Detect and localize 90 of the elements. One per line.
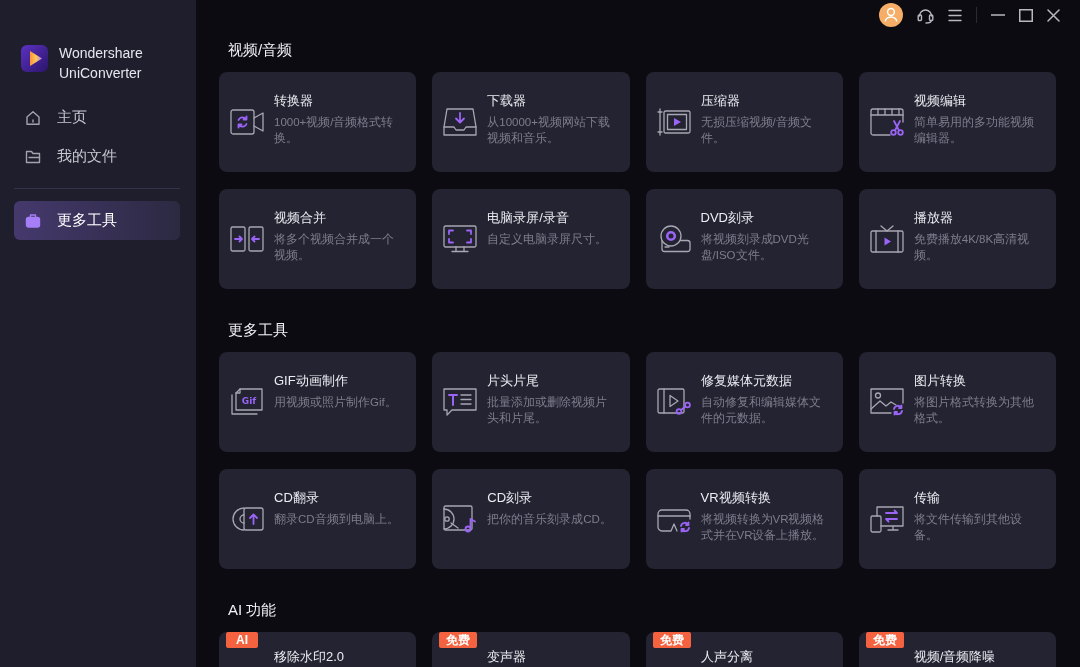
card-title: 视频合并 — [274, 209, 327, 227]
card-title: 移除水印2.0 — [274, 648, 345, 666]
tool-card[interactable]: 免费 视频/音频降噪 — [858, 632, 1056, 667]
tool-card[interactable]: CD翻录 翻录CD音频到电脑上。 — [219, 469, 417, 569]
feature-badge: 免费 — [439, 632, 478, 648]
card-title: 播放器 — [913, 209, 954, 227]
tool-card[interactable]: 修复媒体元数据 自动修复和编辑媒体文件的元数据。 — [645, 352, 843, 452]
card-title: 修复媒体元数据 — [700, 372, 793, 390]
user-avatar-icon[interactable] — [879, 3, 903, 27]
card-description: 将视频转换为VR视频格式并在VR设备上播放。 — [700, 512, 826, 543]
nav-item[interactable]: 更多工具 — [14, 201, 180, 240]
card-title: 转换器 — [274, 92, 314, 110]
card-description: 把你的音乐刻录成CD。 — [487, 512, 612, 527]
card-title: 视频/音频降噪 — [913, 648, 996, 666]
section-title: 更多工具 — [228, 320, 289, 340]
tool-card[interactable]: CD刻录 把你的音乐刻录成CD。 — [432, 469, 630, 569]
headset-icon[interactable] — [917, 6, 934, 24]
tool-card[interactable]: 播放器 免费播放4K/8K高清视频。 — [858, 189, 1056, 289]
icon-label: Gif — [241, 395, 257, 406]
video-link-icon — [656, 388, 691, 416]
card-title: 片头片尾 — [487, 372, 541, 390]
card-description: 将文件传输到其他设备。 — [913, 512, 1023, 543]
nav-item[interactable]: 主页 — [14, 98, 180, 137]
image-refresh-icon — [869, 388, 904, 416]
monitor-icon — [443, 225, 478, 253]
card-title: GIF动画制作 — [274, 372, 349, 390]
maximize-icon[interactable] — [1019, 8, 1033, 22]
card-description: 从10000+视频网站下载视频和音乐。 — [487, 115, 611, 146]
tool-card[interactable]: 转换器 1000+视频/音频格式转换。 — [219, 72, 417, 172]
tool-card[interactable]: 片头片尾 批量添加或删除视频片头和片尾。 — [432, 352, 630, 452]
card-title: 压缩器 — [700, 92, 741, 110]
disc-music-icon — [443, 505, 478, 533]
card-title: 下载器 — [487, 92, 528, 110]
tool-card[interactable]: 压缩器 无损压缩视频/音频文件。 — [645, 72, 843, 172]
tool-card[interactable]: 图片转换 将图片格式转换为其他格式。 — [858, 352, 1056, 452]
film-scissors-icon — [869, 108, 904, 136]
tool-card[interactable]: Gif GIF动画制作 用视频或照片制作Gif。 — [219, 352, 417, 452]
tool-card[interactable]: 电脑录屏/录音 自定义电脑录屏尺寸。 — [432, 189, 630, 289]
card-description: 将视频刻录成DVD光盘/ISO文件。 — [700, 232, 810, 263]
disc-upload-icon — [230, 505, 264, 533]
video-camera-icon — [230, 108, 264, 136]
section-title: AI 功能 — [228, 600, 278, 620]
tool-card[interactable]: 下载器 从10000+视频网站下载视频和音乐。 — [432, 72, 630, 172]
card-title: 视频编辑 — [913, 92, 967, 110]
card-title: 图片转换 — [913, 372, 967, 390]
feature-badge: 免费 — [652, 632, 691, 648]
card-description: 将多个视频合并成一个视频。 — [274, 232, 395, 263]
nav-item[interactable]: 我的文件 — [14, 137, 180, 176]
card-description: 1000+视频/音频格式转换。 — [274, 115, 395, 146]
card-title: VR视频转换 — [700, 489, 772, 507]
card-description: 免费播放4K/8K高清视频。 — [913, 232, 1031, 263]
folder-icon — [25, 148, 41, 165]
card-title: 变声器 — [487, 648, 527, 666]
play-logo-icon — [21, 45, 48, 72]
card-description: 自定义电脑录屏尺寸。 — [487, 232, 608, 247]
close-icon[interactable] — [1047, 8, 1060, 22]
card-description: 用视频或照片制作Gif。 — [274, 395, 397, 410]
card-title: DVD刻录 — [700, 209, 755, 227]
tool-card[interactable]: 免费 变声器 — [432, 632, 630, 667]
card-description: 将图片格式转换为其他格式。 — [913, 395, 1035, 426]
card-description: 翻录CD音频到电脑上。 — [274, 512, 399, 527]
compress-video-icon — [656, 108, 691, 136]
card-title: CD翻录 — [274, 489, 320, 507]
app-name: Wondershare UniConverter — [59, 44, 144, 83]
phone-monitor-icon — [869, 505, 904, 533]
tool-card[interactable]: 免费 人声分离 — [645, 632, 843, 667]
card-description: 批量添加或删除视频片头和片尾。 — [487, 395, 609, 426]
card-title: 电脑录屏/录音 — [487, 209, 570, 227]
tool-card[interactable]: 传输 将文件传输到其他设备。 — [858, 469, 1056, 569]
tool-card[interactable]: VR视频转换 将视频转换为VR视频格式并在VR设备上播放。 — [645, 469, 843, 569]
text-document-icon — [443, 388, 478, 416]
toolbox-icon — [25, 212, 41, 229]
tool-card[interactable]: AI 移除水印2.0 — [219, 632, 417, 667]
card-title: 传输 — [913, 489, 941, 507]
tool-card[interactable]: DVD刻录 将视频刻录成DVD光盘/ISO文件。 — [645, 189, 843, 289]
home-icon — [25, 109, 41, 126]
tv-play-icon — [869, 225, 904, 253]
tool-card[interactable]: 视频合并 将多个视频合并成一个视频。 — [219, 189, 417, 289]
card-title: CD刻录 — [487, 489, 534, 507]
tray-download-icon — [443, 108, 478, 136]
card-description: 简单易用的多功能视频编辑器。 — [913, 115, 1035, 146]
menu-icon[interactable] — [948, 8, 962, 22]
feature-badge: 免费 — [865, 632, 904, 648]
card-description: 自动修复和编辑媒体文件的元数据。 — [700, 395, 822, 426]
section-title: 视频/音频 — [228, 40, 294, 60]
card-title: 人声分离 — [700, 648, 753, 666]
tool-card[interactable]: 视频编辑 简单易用的多功能视频编辑器。 — [858, 72, 1056, 172]
merge-panels-icon — [230, 225, 264, 253]
feature-badge: AI — [226, 632, 258, 648]
card-description: 无损压缩视频/音频文件。 — [700, 115, 813, 146]
